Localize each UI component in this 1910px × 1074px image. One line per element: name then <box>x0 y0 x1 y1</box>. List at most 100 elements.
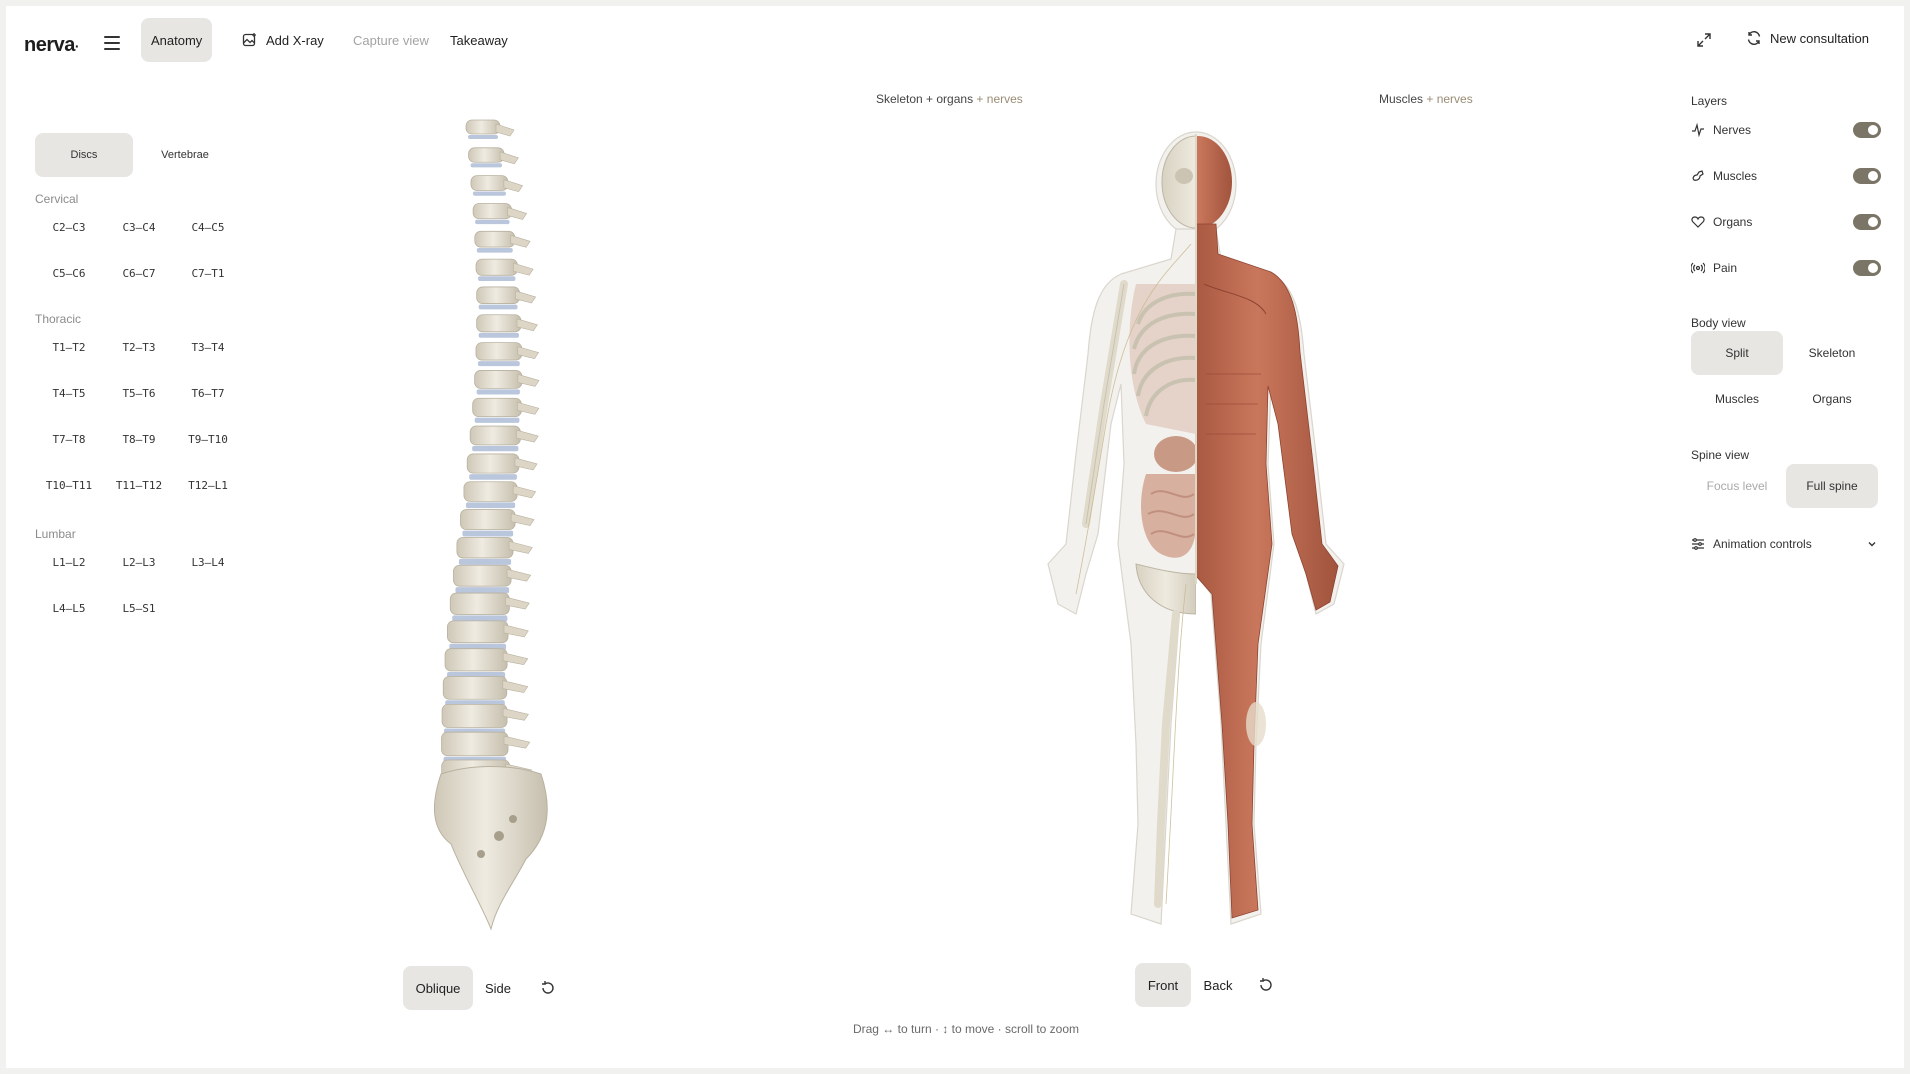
vertebra <box>447 620 509 644</box>
vertebra <box>453 564 512 587</box>
add-xray-button[interactable]: Add X-ray <box>232 18 334 62</box>
level-button[interactable]: T9–T10 <box>175 424 241 454</box>
level-button[interactable]: T1–T2 <box>36 332 102 362</box>
vertebra <box>468 147 505 163</box>
new-consultation-button[interactable]: New consultation <box>1746 30 1869 46</box>
level-button[interactable]: C5–C6 <box>36 258 102 288</box>
intervertebral-disc[interactable] <box>470 163 503 168</box>
takeaway-label: Takeaway <box>450 32 508 48</box>
group-label-lumbar: Lumbar <box>35 527 76 541</box>
level-button[interactable]: L1–L2 <box>36 547 102 577</box>
organs-toggle[interactable] <box>1853 214 1881 230</box>
body-view-organs-label: Organs <box>1812 392 1852 406</box>
right-view-label-text: Muscles <box>1379 92 1424 106</box>
body-3d-model[interactable] <box>1026 124 1366 944</box>
refresh-icon <box>1747 31 1761 45</box>
body-view-split[interactable]: Split <box>1691 331 1783 375</box>
hamburger-menu-icon[interactable] <box>104 36 120 50</box>
body-reset-rotation-button[interactable] <box>1246 963 1286 1007</box>
vertebra <box>441 703 508 728</box>
tab-vertebrae[interactable]: Vertebrae <box>136 133 234 177</box>
intervertebral-disc[interactable] <box>476 389 520 395</box>
level-button[interactable]: T5–T6 <box>106 378 172 408</box>
intervertebral-disc[interactable] <box>462 530 514 537</box>
disc-vertebra-segmented-control: Discs Vertebrae <box>35 133 234 177</box>
level-button[interactable]: C4–C5 <box>175 212 241 242</box>
intervertebral-disc[interactable] <box>469 474 517 480</box>
intervertebral-disc[interactable] <box>478 332 519 338</box>
pain-toggle[interactable] <box>1853 260 1881 276</box>
intervertebral-disc[interactable] <box>478 276 516 281</box>
body-view-skeleton[interactable]: Skeleton <box>1786 331 1878 375</box>
level-button[interactable]: L3–L4 <box>175 547 241 577</box>
level-button[interactable]: T6–T7 <box>175 378 241 408</box>
intervertebral-disc[interactable] <box>476 248 513 253</box>
expand-fullscreen-button[interactable] <box>1696 32 1712 48</box>
nerves-toggle[interactable] <box>1853 122 1881 138</box>
layer-nerves-label: Nerves <box>1713 123 1752 137</box>
level-button[interactable]: T7–T8 <box>36 424 102 454</box>
pulse-icon <box>1691 123 1705 137</box>
body-view-organs[interactable]: Organs <box>1786 377 1878 421</box>
level-button[interactable]: T12–L1 <box>175 470 241 500</box>
spine-view-full-spine[interactable]: Full spine <box>1786 464 1878 508</box>
nerva-logo[interactable]: nerva· <box>24 34 80 57</box>
body-view-muscles[interactable]: Muscles <box>1691 377 1783 421</box>
level-button[interactable]: L4–L5 <box>36 593 102 623</box>
level-button[interactable]: T3–T4 <box>175 332 241 362</box>
muscles-toggle[interactable] <box>1853 168 1881 184</box>
spine-3d-model[interactable] <box>401 114 581 940</box>
level-button[interactable]: T4–T5 <box>36 378 102 408</box>
sliders-icon <box>1692 538 1704 550</box>
tab-discs[interactable]: Discs <box>35 133 133 177</box>
takeaway-button[interactable]: Takeaway <box>440 18 518 62</box>
intervertebral-disc[interactable] <box>477 361 520 367</box>
back-view-button[interactable]: Back <box>1195 963 1241 1007</box>
level-button[interactable]: L2–L3 <box>106 547 172 577</box>
interaction-hint: Drag ↔ to turn · ↕ to move · scroll to z… <box>852 1022 1080 1036</box>
back-label: Back <box>1203 977 1233 993</box>
left-view-label-accent: + nerves <box>976 92 1023 106</box>
oblique-view-button[interactable]: Oblique <box>403 966 473 1010</box>
spinous-process <box>510 234 531 248</box>
nav-anatomy-button[interactable]: Anatomy <box>141 18 213 62</box>
level-button[interactable]: C3–C4 <box>106 212 172 242</box>
animation-controls-toggle[interactable]: Animation controls <box>1691 532 1881 556</box>
vertebra <box>466 453 520 474</box>
level-button[interactable]: T11–T12 <box>106 470 172 500</box>
body-view-muscles-label: Muscles <box>1714 392 1759 406</box>
intervertebral-disc[interactable] <box>472 191 506 196</box>
intervertebral-disc[interactable] <box>474 417 520 423</box>
level-button[interactable]: C7–T1 <box>175 258 241 288</box>
side-view-button[interactable]: Side <box>478 966 518 1010</box>
vertebra <box>442 676 508 700</box>
vertebra <box>476 314 522 333</box>
level-button[interactable]: C6–C7 <box>106 258 172 288</box>
level-button[interactable]: L5–S1 <box>106 593 172 623</box>
intervertebral-disc[interactable] <box>458 558 512 565</box>
intervertebral-disc[interactable] <box>455 587 510 594</box>
level-button[interactable]: T2–T3 <box>106 332 172 362</box>
intervertebral-disc[interactable] <box>465 502 516 509</box>
vertebra <box>469 425 521 446</box>
intervertebral-disc[interactable] <box>472 445 519 452</box>
layer-row-organs: Organs <box>1691 210 1881 234</box>
spine-reset-rotation-button[interactable] <box>528 966 568 1010</box>
intervertebral-disc[interactable] <box>468 135 498 139</box>
vertebra <box>456 536 514 559</box>
spine-view-focus-level[interactable]: Focus level <box>1691 464 1783 508</box>
intervertebral-disc[interactable] <box>475 219 510 225</box>
left-view-label-text: Skeleton + organs <box>876 92 974 106</box>
right-view-label-accent: + nerves <box>1426 92 1473 106</box>
layers-title: Layers <box>1691 94 1728 108</box>
level-button[interactable]: T10–T11 <box>36 470 102 500</box>
intervertebral-disc[interactable] <box>478 304 518 310</box>
front-view-button[interactable]: Front <box>1135 963 1191 1007</box>
capture-view-button[interactable]: Capture view <box>343 18 439 62</box>
level-button[interactable]: T8–T9 <box>106 424 172 454</box>
chevron-down-icon <box>1868 542 1876 547</box>
level-button[interactable]: C2–C3 <box>36 212 102 242</box>
layer-row-muscles: Muscles <box>1691 164 1881 188</box>
vertebra <box>460 509 516 531</box>
oblique-label: Oblique <box>415 980 461 996</box>
